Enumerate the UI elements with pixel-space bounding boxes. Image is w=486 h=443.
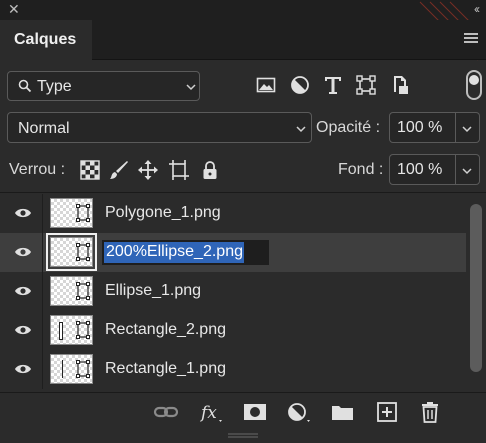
lock-transparent-pixels-icon[interactable] xyxy=(80,160,100,180)
layer-row-ellipse-2[interactable]: 200%Ellipse_2.png xyxy=(0,233,466,272)
link-layers-icon[interactable] xyxy=(153,401,179,423)
layer-name: Rectangle_1.png xyxy=(105,360,226,377)
filter-row: Type xyxy=(0,68,486,104)
layer-filter-select[interactable]: Type xyxy=(7,71,200,101)
shape-bounds-icon xyxy=(76,243,90,261)
panel-tabbar: Calques xyxy=(0,20,486,60)
filter-toggle-switch[interactable] xyxy=(466,70,482,100)
chevron-down-icon xyxy=(186,84,196,91)
layer-row-ellipse-1[interactable]: Ellipse_1.png xyxy=(0,272,466,311)
layer-row-polygone-1[interactable]: Polygone_1.png xyxy=(0,194,466,233)
shape-bounds-icon xyxy=(76,360,90,378)
shape-bounds-icon xyxy=(76,321,90,339)
layer-style-fx-icon[interactable]: fx xyxy=(199,401,225,423)
blend-mode-value: Normal xyxy=(18,120,70,137)
resize-grip-icon[interactable] xyxy=(228,432,258,440)
search-icon xyxy=(18,79,32,93)
smart-object-filter-icon[interactable] xyxy=(390,75,410,95)
layer-name: Ellipse_1.png xyxy=(105,282,202,299)
layer-thumbnail xyxy=(50,315,93,345)
fill-input[interactable]: 100 % xyxy=(389,154,456,185)
visibility-eye-icon[interactable] xyxy=(14,362,32,376)
layer-thumbnail xyxy=(50,198,93,228)
svg-text:fx: fx xyxy=(199,403,217,423)
visibility-eye-icon[interactable] xyxy=(14,284,32,298)
lock-label: Verrou : xyxy=(9,161,66,178)
shape-filter-icon[interactable] xyxy=(356,75,376,95)
fill-label: Fond : xyxy=(338,161,384,178)
selected-text: 200%Ellipse_2.png xyxy=(104,242,244,263)
move-icon[interactable] xyxy=(138,160,158,180)
scrollbar-thumb[interactable] xyxy=(470,204,482,372)
layer-thumbnail xyxy=(50,354,93,384)
opacity-dropdown-button[interactable] xyxy=(456,112,480,143)
visibility-eye-icon[interactable] xyxy=(14,323,32,337)
type-filter-icon[interactable] xyxy=(323,75,343,95)
layer-row-rectangle-2[interactable]: Rectangle_2.png xyxy=(0,311,466,350)
chevron-down-icon xyxy=(462,126,472,133)
brush-icon[interactable] xyxy=(109,160,129,180)
shape-bounds-icon xyxy=(76,282,90,300)
chevron-down-icon xyxy=(462,168,472,175)
image-filter-icon[interactable] xyxy=(256,75,276,95)
layer-row-rectangle-1[interactable]: Rectangle_1.png xyxy=(0,350,466,389)
blend-mode-select[interactable]: Normal xyxy=(7,112,312,143)
layer-thumbnail xyxy=(46,233,97,271)
lock-icon[interactable] xyxy=(200,160,220,180)
panel-menu-icon[interactable] xyxy=(464,33,478,45)
artboard-icon[interactable] xyxy=(169,160,189,180)
visibility-eye-icon[interactable] xyxy=(14,245,32,259)
opacity-label: Opacité : xyxy=(316,119,381,136)
layers-list: Polygone_1.png 200%Ellipse_2.png Ellipse… xyxy=(0,194,466,390)
adjustment-filter-icon[interactable] xyxy=(290,75,310,95)
blend-row: Normal Opacité : 100 % xyxy=(0,112,486,144)
layer-thumbnail xyxy=(50,276,93,306)
delete-layer-trash-icon[interactable] xyxy=(417,401,443,423)
new-layer-icon[interactable] xyxy=(374,401,400,423)
layer-name-edit-field[interactable]: 200%Ellipse_2.png xyxy=(102,240,269,265)
opacity-input[interactable]: 100 % xyxy=(389,112,456,143)
add-mask-icon[interactable] xyxy=(242,401,268,423)
shape-bounds-icon xyxy=(76,204,90,222)
filter-kind-label: Type xyxy=(37,78,72,95)
new-group-folder-icon[interactable] xyxy=(330,401,356,423)
tab-calques[interactable]: Calques xyxy=(0,20,92,60)
panel-topbar: ✕ ‹‹ xyxy=(0,0,486,20)
layer-name: Rectangle_2.png xyxy=(105,321,226,338)
chevron-down-icon xyxy=(296,126,306,133)
lock-row: Verrou : Fond : 100 % xyxy=(0,154,486,186)
layer-name: Polygone_1.png xyxy=(105,204,221,221)
divider xyxy=(0,192,486,193)
visibility-eye-icon[interactable] xyxy=(14,206,32,220)
new-adjustment-layer-icon[interactable] xyxy=(286,401,312,423)
fill-dropdown-button[interactable] xyxy=(456,154,480,185)
close-icon[interactable]: ✕ xyxy=(8,2,20,16)
collapse-panel-icon[interactable]: ‹‹ xyxy=(474,2,480,16)
